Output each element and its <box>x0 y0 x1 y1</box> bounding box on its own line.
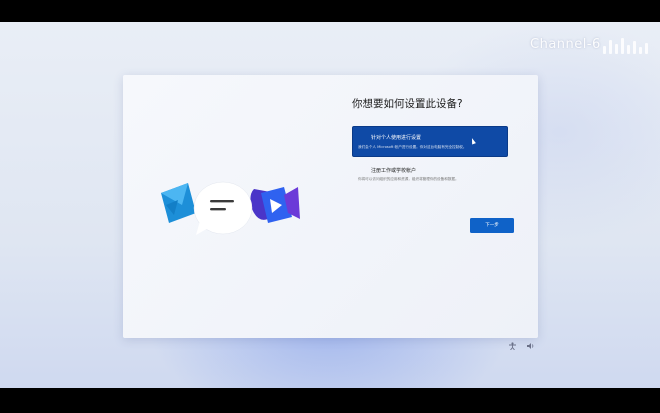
volume-icon[interactable] <box>526 342 535 350</box>
option-work-school-title: 注册工作或学校帐户 <box>371 168 417 174</box>
setup-illustration <box>161 181 300 235</box>
setup-question: 你想要如何设置此设备? <box>352 98 463 110</box>
option-personal-use[interactable]: 针对个人使用进行设置 我们会个人 Microsoft 帐户进行设置。你对这台电脑… <box>352 126 508 157</box>
option-work-school[interactable]: 注册工作或学校帐户 你将可以访问组织的应用和资源，组织将管理你的设备和数据。 <box>352 163 512 193</box>
setup-card: 你想要如何设置此设备? 针对个人使用进行设置 我们会个人 Microsoft 帐… <box>123 75 538 338</box>
channel-watermark: Channel-6 <box>530 37 601 52</box>
watermark-logo-icon <box>601 36 649 54</box>
mail-icon <box>161 183 196 223</box>
accessibility-icon[interactable] <box>508 342 517 351</box>
video-call-icon <box>250 187 300 223</box>
oobe-screen: Channel-6 你想要如何设置此设备? 针对个人使用进行设置 我们会个人 M… <box>0 22 660 388</box>
mouse-cursor-icon <box>470 137 476 145</box>
option-personal-use-description: 我们会个人 Microsoft 帐户进行设置。你对这台电脑有完全控制权。 <box>358 145 467 149</box>
chat-bubble-icon <box>193 181 253 235</box>
next-button[interactable]: 下一步 <box>470 218 514 233</box>
option-personal-use-title: 针对个人使用进行设置 <box>371 135 422 141</box>
option-work-school-description: 你将可以访问组织的应用和资源，组织将管理你的设备和数据。 <box>358 177 459 181</box>
